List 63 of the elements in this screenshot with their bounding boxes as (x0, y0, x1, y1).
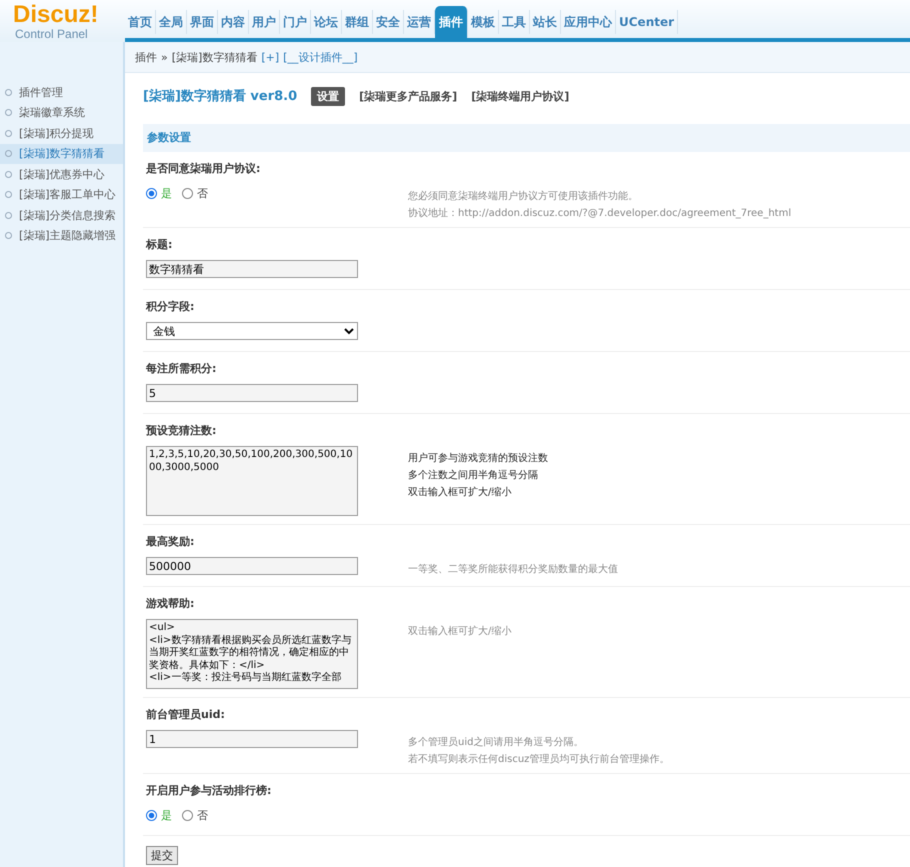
setting-hint: 用户可参与游戏竞猜的预设注数 (408, 452, 548, 466)
logo-wordmark: Discuz! (13, 3, 98, 27)
plugin-tab[interactable]: [柒瑞终端用户协议] (471, 88, 570, 104)
setting-label: 是否同意柒瑞用户协议: (146, 161, 262, 177)
nav-tab[interactable]: 应用中心 (561, 10, 616, 34)
nav-tab[interactable]: 插件 (435, 6, 468, 38)
setting-hint: 协议地址：http://addon.discuz.com/?@7.developer.doc/agreement_7ree_html (408, 206, 792, 221)
sidebar-item[interactable]: 插件管理 (0, 82, 123, 102)
breadcrumb-separator: » (161, 50, 168, 64)
nav-tab[interactable]: 模板 (468, 10, 499, 34)
radio-option[interactable]: 否 (182, 808, 208, 823)
setting-hint: 多个注数之间用半角逗号分隔 (408, 468, 539, 483)
sidebar-item[interactable]: [柒瑞]主题隐藏增强 (0, 226, 123, 246)
nav-tab[interactable]: 论坛 (311, 10, 342, 34)
setting-label: 开启用户参与活动排行榜: (146, 783, 272, 799)
sidebar-item[interactable]: [柒瑞]优惠券中心 (0, 164, 123, 184)
text-field[interactable]: 数字猜猜看 (146, 260, 358, 278)
nav-tab[interactable]: UCenter (616, 10, 678, 34)
setting-label: 标题: (146, 237, 174, 253)
submit-button[interactable]: 提交 (146, 846, 178, 865)
setting-hint: 多个管理员uid之间请用半角逗号分隔。 (408, 736, 584, 750)
nav-tab[interactable]: 界面 (187, 10, 218, 34)
radio-option[interactable]: 否 (182, 186, 208, 201)
nav-tab[interactable]: 内容 (218, 10, 249, 34)
nav-tab[interactable]: 工具 (499, 10, 530, 34)
sidebar-item[interactable]: 柒瑞徽章系统 (0, 102, 123, 123)
plugin-tab[interactable]: [柒瑞更多产品服务] (359, 88, 458, 104)
setting-label: 积分字段: (146, 299, 196, 315)
text-field[interactable]: 5 (146, 384, 358, 402)
plugin-title: [柒瑞]数字猜猜看 ver8.0 (143, 88, 298, 105)
text-field[interactable]: 1 (146, 730, 358, 748)
setting-label: 游戏帮助: (146, 596, 196, 612)
setting-label: 最高奖励: (146, 534, 196, 550)
breadcrumb-link[interactable]: 插件 (135, 50, 157, 64)
nav-tab[interactable]: 群组 (342, 10, 373, 34)
sidebar-item[interactable]: [柒瑞]积分提现 (0, 123, 123, 144)
setting-hint: 双击输入框可扩大/缩小 (408, 624, 512, 639)
sidebar-item[interactable]: [柒瑞]分类信息搜索 (0, 205, 123, 226)
nav-tab[interactable]: 站长 (530, 10, 561, 34)
setting-hint: 您必须同意柒瑞终端用户协议方可使用该插件功能。 (408, 190, 639, 204)
nav-tab[interactable]: 全局 (156, 10, 187, 34)
nav-tab[interactable]: 首页 (125, 10, 156, 34)
dropdown[interactable]: 金钱 (146, 322, 358, 340)
setting-label: 前台管理员uid: (146, 707, 226, 723)
setting-hint: 一等奖、二等奖所能获得积分奖励数量的最大值 (408, 562, 618, 577)
sidebar-item[interactable]: [柒瑞]客服工单中心 (0, 184, 123, 205)
text-area[interactable]: <ul> <li>数字猜猜看根据购买会员所选红蓝数字与当期开奖红蓝数字的相符情况，确定相应的中奖资格。具体如下：</li> <li>一等奖：投注号码与当期红蓝数字全部 (146, 619, 358, 689)
breadcrumb-action-link[interactable]: [__设计插件__] (283, 50, 358, 64)
plugin-tab[interactable]: 设置 (311, 86, 346, 106)
nav-tab[interactable]: 用户 (249, 10, 280, 34)
setting-label: 每注所需积分: (146, 361, 218, 377)
section-header: 参数设置 (143, 124, 910, 152)
setting-label: 预设竞猜注数: (146, 423, 218, 439)
text-field[interactable]: 500000 (146, 557, 358, 575)
sidebar-item[interactable]: [柒瑞]数字猜猜看 (0, 144, 123, 164)
nav-tab[interactable]: 门户 (280, 10, 311, 34)
nav-tab[interactable]: 安全 (373, 10, 404, 34)
setting-hint: 双击输入框可扩大/缩小 (408, 486, 512, 500)
breadcrumb-link[interactable]: [柒瑞]数字猜猜看 (172, 50, 258, 64)
text-area[interactable]: 1,2,3,5,10,20,30,50,100,200,300,500,1000,3000,5000 (146, 446, 358, 516)
breadcrumb-action-link[interactable]: [+] (261, 50, 280, 64)
logo-subtitle: Control Panel (15, 27, 88, 41)
setting-hint: 若不填写则表示任何discuz管理员均可执行前台管理操作。 (408, 752, 670, 767)
